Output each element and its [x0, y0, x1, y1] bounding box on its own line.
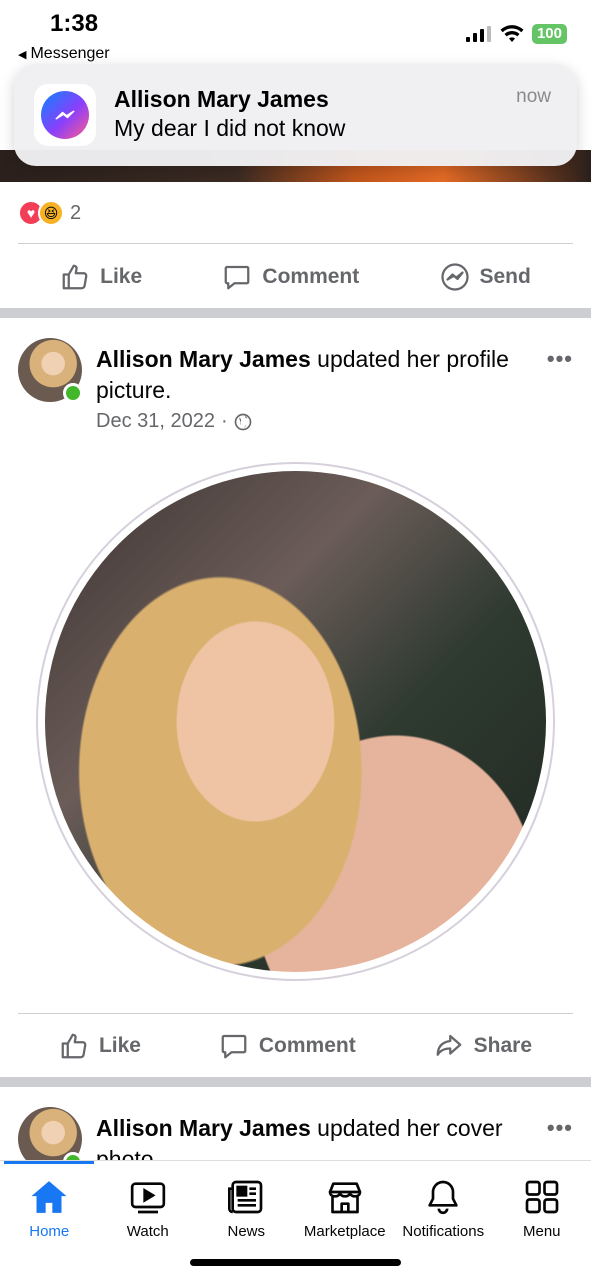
thumbs-up-icon [62, 264, 88, 290]
notification-message: My dear I did not know [114, 115, 346, 141]
back-app-label: Messenger [30, 45, 110, 62]
feed-separator [0, 308, 591, 318]
author-name[interactable]: Allison Mary James [96, 1115, 311, 1141]
battery-indicator: 100 [531, 24, 567, 44]
status-bar: 1:38 ◀ Messenger 100 [0, 0, 591, 70]
back-arrow-icon: ◀ [18, 48, 27, 61]
meta-separator: · [220, 410, 228, 432]
messenger-send-icon [440, 263, 469, 291]
thumbs-up-icon [61, 1033, 87, 1059]
send-button[interactable]: Send [440, 262, 531, 292]
profile-picture-frame[interactable] [36, 462, 555, 981]
news-icon [228, 1180, 263, 1214]
tab-label: Menu [522, 1223, 561, 1240]
like-button[interactable]: Like [60, 262, 142, 292]
profile-picture-image [45, 471, 546, 972]
comment-icon [225, 265, 250, 290]
online-status-dot [63, 383, 83, 403]
tab-menu[interactable]: Menu [493, 1177, 591, 1240]
status-icons: 100 [465, 24, 567, 44]
facebook-feed-screen: 1:38 ◀ Messenger 100 ♥ 😆 2 Like Comment … [0, 0, 591, 1280]
tab-label: Watch [126, 1223, 169, 1240]
bell-icon [428, 1180, 458, 1215]
post-headline: Allison Mary James updated her cover pho… [96, 1113, 526, 1167]
share-label: Share [473, 1034, 533, 1057]
tab-label: News [227, 1223, 265, 1240]
send-label: Send [479, 265, 531, 288]
reaction-count: 2 [70, 201, 82, 224]
cellular-signal-icon [465, 26, 491, 42]
share-button[interactable]: Share [434, 1031, 532, 1061]
haha-reaction-icon: 😆 [38, 200, 64, 226]
tab-notifications[interactable]: Notifications [394, 1177, 492, 1240]
tab-home[interactable]: Home [0, 1177, 98, 1240]
home-indicator[interactable] [190, 1259, 401, 1266]
wifi-icon [500, 25, 524, 42]
tab-news[interactable]: News [197, 1177, 295, 1240]
comment-button[interactable]: Comment [219, 1031, 356, 1061]
feed-separator [0, 1077, 591, 1087]
active-tab-indicator [4, 1161, 94, 1164]
author-name[interactable]: Allison Mary James [96, 346, 311, 372]
post-actions-bar: Like Comment Send [0, 245, 591, 309]
status-time: 1:38 [50, 10, 99, 37]
like-button[interactable]: Like [59, 1031, 141, 1061]
tab-marketplace[interactable]: Marketplace [296, 1177, 394, 1240]
tab-label: Notifications [402, 1223, 485, 1240]
home-icon [31, 1181, 67, 1213]
marketplace-icon [328, 1182, 362, 1214]
author-avatar[interactable] [18, 338, 83, 403]
next-post-header: Allison Mary James updated her cover pho… [18, 1107, 573, 1167]
author-avatar[interactable] [18, 1107, 83, 1167]
messenger-app-icon [34, 84, 96, 146]
notification-time: now [516, 86, 551, 107]
share-arrow-icon [436, 1034, 462, 1056]
globe-icon [234, 413, 251, 430]
notification-sender: Allison Mary James [114, 86, 329, 112]
post-header: Allison Mary James updated her profile p… [18, 338, 573, 448]
menu-icon [525, 1180, 559, 1214]
messenger-notification-banner[interactable]: Allison Mary James My dear I did not kno… [14, 64, 577, 166]
comment-label: Comment [258, 1034, 356, 1057]
tab-label: Marketplace [303, 1223, 386, 1240]
post-headline: Allison Mary James updated her profile p… [96, 344, 526, 406]
comment-button[interactable]: Comment [222, 262, 359, 292]
back-to-app-link[interactable]: ◀ Messenger [18, 45, 110, 63]
tab-label: Home [29, 1223, 70, 1240]
more-options-button[interactable]: ••• [547, 346, 573, 372]
reaction-summary[interactable]: ♥ 😆 2 [18, 200, 81, 226]
divider [18, 243, 573, 244]
watch-icon [130, 1182, 165, 1214]
like-label: Like [98, 1034, 141, 1057]
comment-icon [221, 1034, 247, 1059]
comment-label: Comment [262, 265, 360, 288]
post-meta: Dec 31, 2022 · [96, 410, 252, 433]
post-actions-bar: Like Comment Share [0, 1014, 591, 1078]
post-date[interactable]: Dec 31, 2022 [96, 410, 215, 433]
like-label: Like [100, 265, 143, 288]
messenger-icon [41, 91, 89, 139]
more-options-button[interactable]: ••• [547, 1115, 573, 1141]
tab-watch[interactable]: Watch [99, 1177, 197, 1240]
